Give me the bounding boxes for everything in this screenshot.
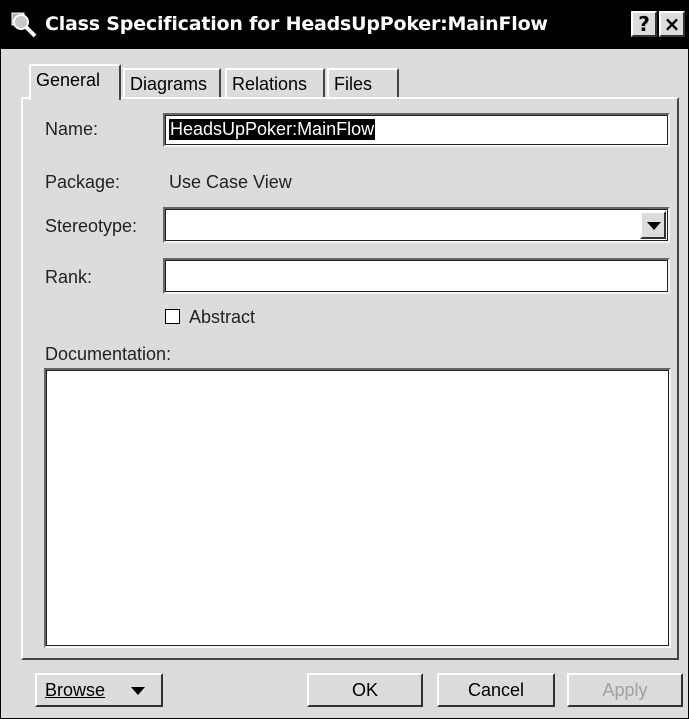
name-label: Name: (45, 119, 99, 139)
name-field[interactable]: HeadsUpPoker:MainFlow (163, 113, 670, 147)
documentation-textarea[interactable] (44, 368, 671, 648)
tab-files[interactable]: Files (327, 68, 399, 98)
documentation-label: Documentation: (45, 344, 172, 364)
tab-general[interactable]: General (29, 64, 121, 100)
stereotype-dropdown-button[interactable] (640, 211, 666, 239)
browse-button[interactable]: Browse (35, 673, 163, 707)
package-value: Use Case View (169, 172, 292, 192)
cancel-button[interactable]: Cancel (437, 673, 555, 707)
apply-button[interactable]: Apply (567, 673, 683, 707)
rank-label: Rank: (45, 267, 93, 287)
window-title: Class Specification for HeadsUpPoker:Mai… (45, 13, 548, 35)
dropdown-arrow-icon (131, 687, 145, 695)
name-field-value: HeadsUpPoker:MainFlow (169, 119, 376, 140)
stereotype-combobox[interactable] (163, 207, 670, 243)
abstract-checkbox[interactable] (165, 309, 180, 324)
browse-label: Browse (45, 680, 106, 700)
package-label: Package: (45, 172, 121, 192)
stereotype-label: Stereotype: (45, 216, 138, 236)
magnifier-class-icon (11, 12, 37, 38)
tab-relations[interactable]: Relations (225, 68, 325, 98)
tab-diagrams[interactable]: Diagrams (123, 68, 221, 98)
abstract-label: Abstract (189, 307, 256, 327)
rank-field[interactable] (163, 258, 670, 294)
chevron-down-icon (647, 222, 661, 230)
close-button[interactable]: × (659, 11, 685, 37)
title-bar[interactable]: Class Specification for HeadsUpPoker:Mai… (1, 1, 688, 49)
help-button[interactable]: ? (631, 11, 657, 37)
ok-button[interactable]: OK (307, 673, 423, 707)
class-specification-dialog: Class Specification for HeadsUpPoker:Mai… (0, 0, 689, 719)
